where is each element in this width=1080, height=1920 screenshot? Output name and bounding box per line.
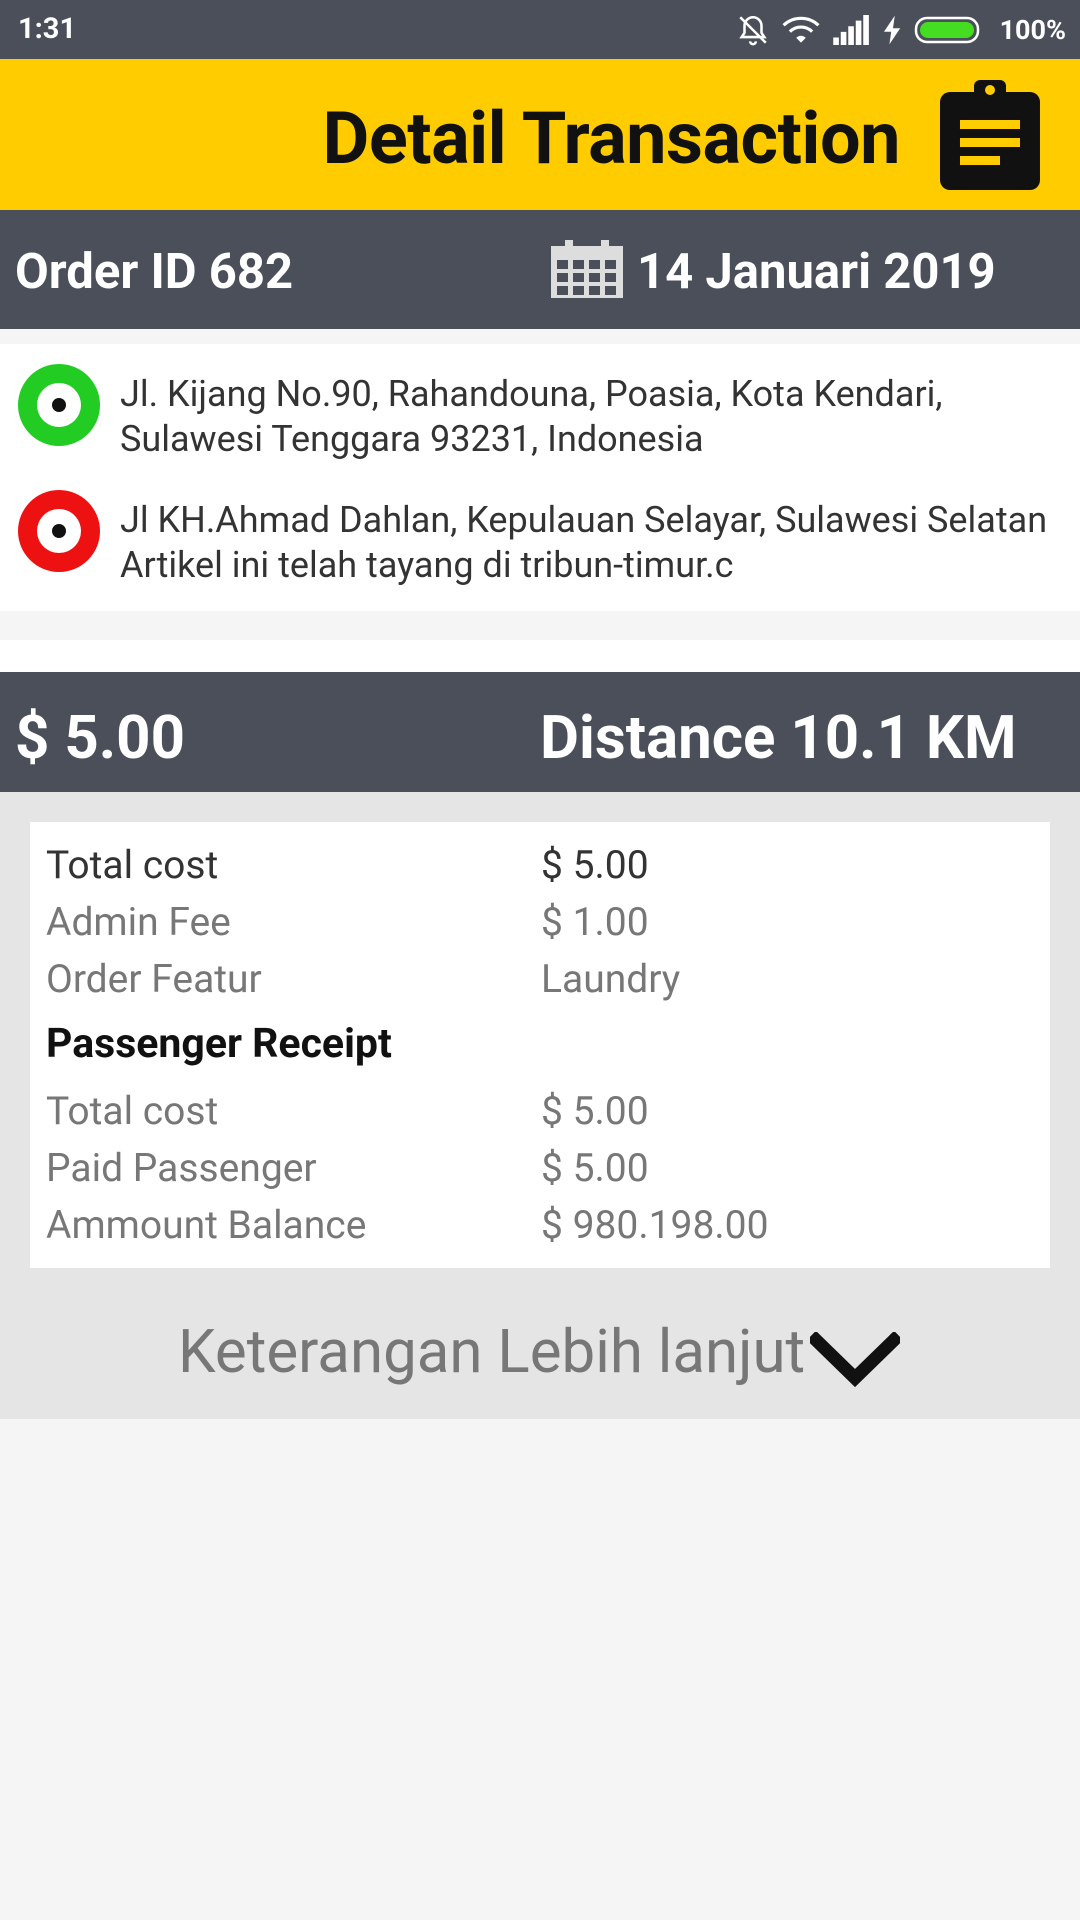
- battery-percentage: 100%: [999, 14, 1066, 46]
- chevron-down-icon[interactable]: [810, 1332, 900, 1388]
- more-info-label[interactable]: Keterangan Lebih lanjut: [178, 1316, 805, 1387]
- admin-fee-value: $ 1.00: [541, 899, 649, 945]
- total-cost-value: $ 5.00: [541, 842, 649, 888]
- wifi-icon: [782, 16, 820, 43]
- admin-fee-row: Admin Fee $ 1.00: [46, 899, 1036, 947]
- order-featur-row: Order Featur Laundry: [46, 956, 1036, 1004]
- balance-row: Ammount Balance $ 980.198.00: [46, 1202, 1036, 1250]
- route-card: Jl. Kijang No.90, Rahandouna, Poasia, Ko…: [0, 344, 1080, 611]
- price-bar: $ 5.00 Distance 10.1 KM: [0, 672, 1080, 792]
- more-info-toggle[interactable]: Keterangan Lebih lanjut: [0, 1312, 1080, 1392]
- status-bar: 1:31 100%: [0, 0, 1080, 59]
- bell-muted-icon: [738, 15, 767, 46]
- pickup-marker-icon: [18, 364, 100, 446]
- passenger-receipt-title: Passenger Receipt: [46, 1020, 392, 1068]
- total-cost-row: Total cost $ 5.00: [46, 842, 1036, 890]
- detail-area: Total cost $ 5.00 Admin Fee $ 1.00 Order…: [0, 792, 1080, 1419]
- total-cost-label: Total cost: [46, 842, 219, 888]
- balance-value: $ 980.198.00: [541, 1202, 769, 1248]
- order-featur-label: Order Featur: [46, 956, 262, 1002]
- paid-passenger-value: $ 5.00: [541, 1145, 649, 1191]
- divider: [0, 640, 1080, 672]
- distance: Distance 10.1 KM: [540, 702, 1017, 773]
- admin-fee-label: Admin Fee: [46, 899, 231, 945]
- order-featur-value: Laundry: [541, 956, 681, 1002]
- order-id: Order ID 682: [15, 243, 294, 300]
- status-icons: 100%: [736, 10, 1066, 50]
- calendar-icon: [551, 240, 623, 298]
- clipboard-icon[interactable]: [938, 78, 1042, 192]
- signal-icon: [832, 15, 869, 45]
- balance-label: Ammount Balance: [46, 1202, 367, 1248]
- receipt-total-label: Total cost: [46, 1088, 219, 1134]
- charging-icon: [883, 15, 900, 45]
- receipt-total-row: Total cost $ 5.00: [46, 1088, 1036, 1136]
- detail-card: Total cost $ 5.00 Admin Fee $ 1.00 Order…: [30, 822, 1050, 1268]
- battery-icon: [914, 16, 979, 44]
- order-bar: Order ID 682 14 Januari 2019: [0, 210, 1080, 329]
- price: $ 5.00: [15, 702, 186, 773]
- destination-marker-icon: [18, 490, 100, 572]
- receipt-total-value: $ 5.00: [541, 1088, 649, 1134]
- status-time: 1:31: [18, 12, 77, 46]
- paid-passenger-row: Paid Passenger $ 5.00: [46, 1145, 1036, 1193]
- order-date: 14 Januari 2019: [637, 243, 996, 300]
- page-title: Detail Transaction: [322, 96, 901, 181]
- paid-passenger-label: Paid Passenger: [46, 1145, 317, 1191]
- app-bar: Detail Transaction: [0, 59, 1080, 210]
- destination-address: Jl KH.Ahmad Dahlan, Kepulauan Selayar, S…: [120, 499, 1048, 586]
- pickup-address: Jl. Kijang No.90, Rahandouna, Poasia, Ko…: [120, 373, 943, 460]
